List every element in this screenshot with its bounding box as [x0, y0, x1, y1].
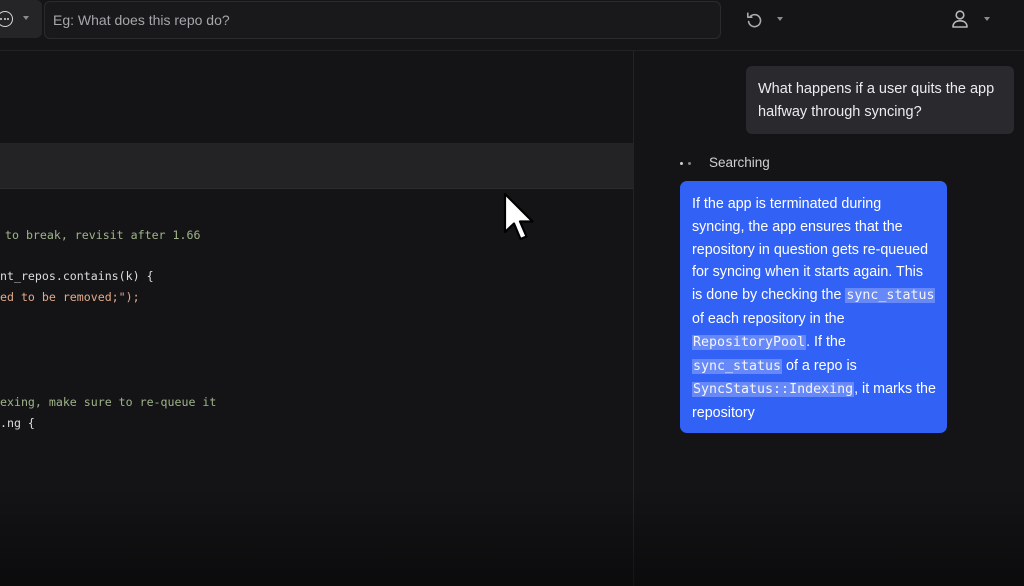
code-line: to break, revisit after 1.66	[5, 228, 201, 242]
inline-code: RepositoryPool	[692, 334, 807, 350]
undo-icon	[747, 12, 762, 28]
inline-code: SyncStatus::Indexing	[692, 382, 855, 398]
chevron-down-icon	[23, 16, 29, 20]
assistant-answer-bubble: If the app is terminated during syncing,…	[680, 181, 947, 433]
search-bar[interactable]	[44, 1, 721, 39]
answer-text: of each repository in the	[692, 310, 845, 327]
user-menu-button[interactable]	[950, 8, 994, 32]
chevron-down-icon	[777, 17, 783, 21]
code-line: .ng {	[0, 416, 35, 430]
loading-dot-icon	[688, 162, 691, 165]
chevron-down-icon	[984, 17, 990, 21]
top-bar	[0, 0, 1024, 51]
code-content: to break, revisit after 1.66 nt_repos.co…	[0, 51, 633, 586]
chat-bubble-ellipsis-icon	[0, 11, 13, 27]
inline-code: sync_status	[845, 288, 936, 304]
code-line: ed to be removed;");	[0, 290, 140, 304]
search-status-label: Searching	[709, 155, 770, 170]
code-line: exing, make sure to re-queue it	[0, 395, 217, 409]
mouse-pointer-icon	[503, 192, 534, 241]
inline-code: sync_status	[692, 358, 783, 374]
search-input[interactable]	[45, 2, 720, 38]
answer-text: . If the	[806, 333, 846, 350]
mode-selector-button[interactable]	[0, 0, 42, 38]
undo-button[interactable]	[744, 10, 788, 32]
user-message-bubble: What happens if a user quits the app hal…	[746, 66, 1014, 134]
code-line: nt_repos.contains(k) {	[0, 269, 154, 283]
loading-dot-icon	[680, 162, 683, 165]
user-icon	[952, 10, 968, 28]
chat-panel: What happens if a user quits the app hal…	[634, 51, 1024, 586]
code-viewer-panel: to break, revisit after 1.66 nt_repos.co…	[0, 51, 634, 586]
answer-text: of a repo is	[782, 357, 857, 374]
